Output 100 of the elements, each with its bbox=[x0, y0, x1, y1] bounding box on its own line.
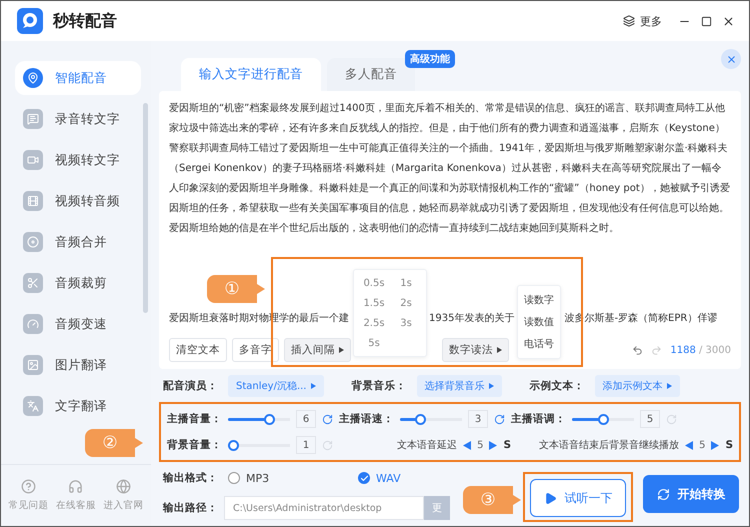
menu-item[interactable]: 2.5s bbox=[358, 313, 390, 333]
globe-icon bbox=[116, 479, 131, 494]
sidebar-label: 音频变速 bbox=[55, 316, 107, 332]
editor-button[interactable]: 清空文本 bbox=[169, 338, 227, 362]
maximize-icon[interactable] bbox=[701, 16, 712, 26]
feature-icon bbox=[23, 314, 43, 334]
help-icon bbox=[21, 479, 36, 494]
sidebar-item[interactable]: 文字翻译 bbox=[15, 389, 141, 423]
slider-thumb[interactable] bbox=[415, 414, 426, 424]
path-field[interactable]: C:\Users\Administrator\desktop bbox=[224, 496, 424, 520]
slider-thumb[interactable] bbox=[228, 440, 239, 450]
slider-label: 背景音量： bbox=[167, 438, 222, 452]
menu-item[interactable]: 1.5s bbox=[358, 293, 390, 313]
sidebar-label: 音频合并 bbox=[55, 234, 107, 250]
article-text: 爱因斯坦的“机密”档案最终发展到超过1400页，里面充斥着不相关的、常常是错误的信息、疯狂的谣言、联邦调查局特工从他家垃圾中筛选出来的零碎，还有许多来自反犹线人的指控。但是，由于他们所有的费力调查和逍遥滋事，启斯东（Keystone）警察联邦调查局特工错过了爱因斯坦一生中可能真正值得关注的一个插曲。1941年，爱因斯坦与俄罗斯雕塑家谢尔盖·科嫩科夫（Sergei Konenkov）的妻子玛格丽塔·科嫩科娃（Margarita Konenkova）过从甚密，科嫩科夫在高等研究院展出了一幅令人印象深刻的爱因斯坦半身雕像。科嫩科娃是一个真正的间谍和为苏联情报机构工作的“蜜罐”（honey pot），她被赋予引诱爱因斯坦的任务，希望获取一些有关美国军事项目的信息，她轻而易举就成功引诱了爱因斯坦，但发现他没有任何信息可以给她。爱因斯坦给她的信是在半个世纪后出版的，这表明他们的恋情一直持续到二战结束她回到莫斯科之时。 bbox=[169, 102, 731, 236]
field-label: 输出路径： bbox=[163, 501, 218, 515]
app-logo-icon bbox=[17, 8, 43, 34]
field-label: 输出格式： bbox=[163, 471, 218, 485]
close-icon[interactable] bbox=[722, 14, 735, 28]
layers-icon bbox=[623, 15, 635, 27]
sidebar-item[interactable]: 录音转文字 bbox=[15, 102, 141, 136]
footer-label: 进入官网 bbox=[103, 499, 144, 512]
feature-icon bbox=[23, 396, 43, 416]
feature-icon bbox=[23, 232, 43, 252]
menu-item[interactable]: 读数字 bbox=[522, 289, 556, 311]
sidebar-item[interactable]: 音频变速 bbox=[15, 307, 141, 341]
slider-label: 主播语调： bbox=[511, 412, 566, 426]
feature-icon bbox=[23, 68, 43, 88]
value-field[interactable]: 1 bbox=[296, 436, 316, 454]
headset-icon bbox=[68, 479, 84, 494]
sidebar-item[interactable]: 图片翻译 bbox=[15, 348, 141, 382]
preview-button[interactable]: 试听一下 bbox=[530, 479, 626, 517]
sidebar-label: 录音转文字 bbox=[55, 110, 120, 128]
delay-value: 5 bbox=[477, 440, 484, 450]
close-icon bbox=[726, 54, 736, 64]
editor-button[interactable]: 插入间隔 bbox=[284, 338, 351, 362]
menu-item[interactable]: 电话号 bbox=[522, 333, 556, 355]
decrease-icon[interactable] bbox=[685, 440, 694, 450]
sidebar-label: 音频裁剪 bbox=[55, 274, 107, 292]
more-button[interactable]: 更多 bbox=[617, 12, 668, 30]
footer-label: 常见问题 bbox=[8, 499, 49, 512]
increase-icon[interactable] bbox=[711, 440, 720, 450]
premium-badge: 高级功能 bbox=[405, 50, 455, 68]
app-title: 秒转配音 bbox=[53, 10, 118, 32]
feature-icon bbox=[23, 191, 43, 211]
step-callout: ① bbox=[207, 275, 265, 303]
menu-item[interactable]: 3s bbox=[390, 313, 422, 333]
sidebar-label: 图片翻译 bbox=[55, 356, 107, 374]
undo-icon[interactable] bbox=[632, 344, 644, 356]
feature-icon bbox=[23, 355, 43, 375]
menu-item[interactable]: 0.5s bbox=[358, 273, 390, 293]
step-callout: ③ bbox=[463, 486, 521, 514]
sidebar-item[interactable]: 智能配音 bbox=[15, 61, 141, 95]
slider-thumb[interactable] bbox=[264, 414, 275, 424]
field-label: 示例文本： bbox=[530, 379, 584, 393]
feature-icon bbox=[23, 109, 43, 129]
decrease-icon[interactable] bbox=[463, 440, 472, 450]
select-button[interactable]: 添加示例文本 bbox=[594, 375, 680, 397]
caret-icon bbox=[666, 383, 672, 389]
editor-button[interactable]: 多音字 bbox=[232, 338, 279, 362]
sidebar-item[interactable]: 音频合并 bbox=[15, 225, 141, 259]
field-label: 背景音乐： bbox=[352, 379, 406, 393]
editor-button[interactable]: 数字读法 bbox=[442, 338, 509, 362]
slider-label: 主播语速： bbox=[339, 412, 394, 426]
text-editor[interactable] bbox=[159, 91, 741, 369]
unit-label: S bbox=[503, 439, 511, 451]
caret-icon bbox=[339, 347, 344, 353]
slider-label: 主播音量： bbox=[167, 412, 222, 426]
scrollbar[interactable] bbox=[143, 103, 148, 313]
convert-icon bbox=[656, 488, 670, 500]
close-button[interactable] bbox=[721, 49, 741, 69]
sidebar-item[interactable]: 音频裁剪 bbox=[15, 266, 141, 300]
play-icon bbox=[544, 492, 556, 504]
convert-button[interactable]: 开始转换 bbox=[643, 475, 739, 513]
unit-label: S bbox=[725, 439, 733, 451]
format-radio[interactable]: WAV bbox=[358, 472, 478, 484]
article-text: 1935年发表的关于 bbox=[429, 312, 514, 325]
menu-item[interactable]: 2s bbox=[390, 293, 422, 313]
delay-label: 文本语音结束后背景音继续播放 bbox=[539, 438, 680, 452]
footer-label: 在线客服 bbox=[56, 499, 96, 512]
sidebar-item[interactable]: 视频转文字 bbox=[15, 143, 141, 177]
menu-item[interactable]: 读数值 bbox=[522, 311, 556, 333]
increase-icon[interactable] bbox=[489, 440, 498, 450]
sidebar-item[interactable]: 视频转音频 bbox=[15, 184, 141, 218]
sidebar-label: 文字翻译 bbox=[55, 398, 107, 414]
reset-icon[interactable] bbox=[494, 414, 505, 424]
slider-thumb[interactable] bbox=[598, 414, 608, 424]
sidebar-label: 智能配音 bbox=[55, 70, 107, 86]
value-field[interactable]: 3 bbox=[468, 410, 488, 428]
menu-item[interactable]: 1s bbox=[390, 273, 422, 293]
reset-icon[interactable] bbox=[322, 414, 333, 424]
format-radio[interactable]: MP3 bbox=[228, 472, 348, 484]
value-field[interactable]: 6 bbox=[296, 410, 316, 428]
caret-icon bbox=[488, 383, 494, 389]
feature-icon bbox=[23, 273, 43, 293]
field-label: 配音演员： bbox=[163, 379, 218, 393]
character-count: 1188 / 3000 bbox=[670, 344, 731, 356]
menu-item[interactable]: 5s bbox=[358, 333, 390, 353]
value-field[interactable]: 5 bbox=[640, 410, 660, 428]
tab[interactable]: 输入文字进行配音 bbox=[181, 58, 321, 91]
